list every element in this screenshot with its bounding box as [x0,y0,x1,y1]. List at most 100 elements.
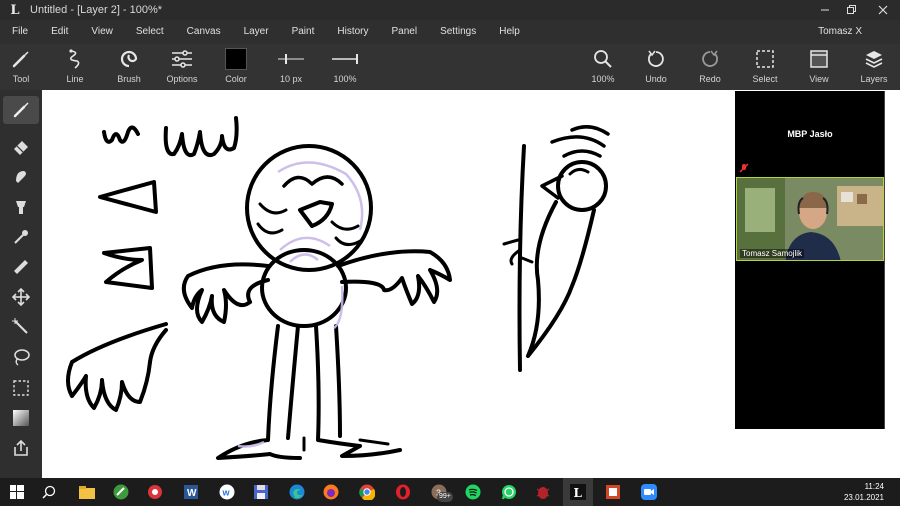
video-call-panel: MBP Jasło Tomasz Samojlik [735,91,885,429]
undo-button[interactable]: Undo [641,44,671,90]
view-label: View [809,74,829,84]
app-w-circle-icon: w [219,484,235,500]
bug-icon [536,487,550,499]
options-button[interactable]: Options [164,44,200,90]
taskbar-zoom[interactable] [634,478,664,506]
close-button[interactable] [868,0,898,20]
drawing-canvas[interactable] [42,90,734,478]
menu-settings[interactable]: Settings [428,20,487,44]
squiggle-large [163,116,239,157]
line-button[interactable]: Line [60,44,90,90]
opera-icon [396,484,410,500]
app-logo: L [10,2,20,18]
menu-file[interactable]: File [0,20,39,44]
magnifier-icon [594,50,612,68]
taskbar-explorer[interactable] [72,478,102,506]
size-value: 10 px [279,74,303,84]
taskbar-app-red[interactable] [140,478,170,506]
taskbar-opera[interactable] [388,478,418,506]
lasso-icon [14,349,30,366]
menu-layer[interactable]: Layer [232,20,280,44]
participant-name: Tomasz Samojlik [740,249,805,258]
tool-fill[interactable] [3,192,39,220]
menu-paint[interactable]: Paint [280,20,326,44]
title-bar: L Untitled - [Layer 2] - 100%* [0,0,900,20]
tool-ruler[interactable] [3,253,39,281]
participant-video-tile[interactable]: Tomasz Samojlik [736,177,884,261]
tool-lasso[interactable] [3,343,39,371]
zoom-value: 100% [591,74,615,84]
taskbar-chrome[interactable] [352,478,382,506]
tool-move[interactable] [3,283,39,311]
taskbar-firefox[interactable] [316,478,346,506]
app-green-icon [113,484,129,500]
view-button[interactable]: View [804,44,834,90]
word-icon: W [184,485,198,499]
tool-share[interactable] [3,434,39,462]
taskbar-app-w[interactable]: w [212,478,242,506]
tool-button[interactable]: Tool [6,44,36,90]
zoom-button[interactable]: 100% [586,44,620,90]
color-label: Color [225,74,247,84]
layers-button[interactable]: Layers [858,44,890,90]
menu-help[interactable]: Help [487,20,531,44]
opacity-slider[interactable]: 100% [326,44,364,90]
folder-icon [79,486,95,499]
line-label: Line [66,74,84,84]
search-button[interactable] [34,478,64,506]
ruler-icon [14,260,28,274]
taskbar-edge[interactable] [282,478,312,506]
menu-history[interactable]: History [325,20,379,44]
taskbar-word[interactable]: W [176,478,206,506]
layers-label: Layers [860,74,888,84]
speed-lines [550,125,610,158]
menu-panel[interactable]: Panel [380,20,429,44]
taskbar-paint-app[interactable]: L [563,478,593,506]
user-name[interactable]: Tomasz X [818,20,862,44]
sliders-icon [172,50,192,68]
canvas-drawing [66,116,610,460]
layers-icon [865,51,883,68]
tool-magic-wand[interactable] [3,313,39,341]
right-arm [336,249,452,306]
color-button[interactable]: Color [221,44,251,90]
windows-logo-icon [10,485,24,499]
tool-brush[interactable] [3,96,39,124]
opacity-slider-icon [332,54,358,64]
taskbar-whatsapp[interactable] [494,478,524,506]
powerpoint-icon [606,485,620,499]
tool-gradient[interactable] [3,404,39,432]
taskbar-save-app[interactable] [246,478,276,506]
start-button[interactable] [2,478,32,506]
tool-rect-select[interactable] [3,374,39,402]
fill-bucket-icon [16,201,26,214]
menu-select[interactable]: Select [124,20,175,44]
brush-button[interactable]: Brush [114,44,144,90]
share-icon [14,439,28,456]
tool-eraser[interactable] [3,132,39,160]
taskbar-spotify[interactable] [458,478,488,506]
redo-icon [702,50,718,67]
svg-text:w: w [222,488,231,498]
select-button[interactable]: Select [749,44,781,90]
tool-smudge[interactable] [3,162,39,190]
floppy-icon [254,485,268,499]
menu-view[interactable]: View [79,20,124,44]
maximize-icon [847,5,856,14]
tool-eyedropper[interactable] [3,223,39,251]
brush-icon [13,102,29,118]
menu-edit[interactable]: Edit [39,20,79,44]
taskbar-powerpoint[interactable] [598,478,628,506]
mic-muted-icon [739,163,749,173]
system-clock[interactable]: 11:24 23.01.2021 [844,481,884,503]
taskbar-app-green[interactable] [106,478,136,506]
line-squiggle-icon [69,49,80,69]
maximize-button[interactable] [836,0,866,20]
menu-canvas[interactable]: Canvas [175,20,232,44]
brush-label: Brush [117,74,141,84]
tool-label: Tool [12,74,30,84]
size-slider[interactable]: 10 px [272,44,310,90]
taskbar-bug-app[interactable] [528,478,558,506]
undo-icon [648,50,664,67]
redo-button[interactable]: Redo [695,44,725,90]
